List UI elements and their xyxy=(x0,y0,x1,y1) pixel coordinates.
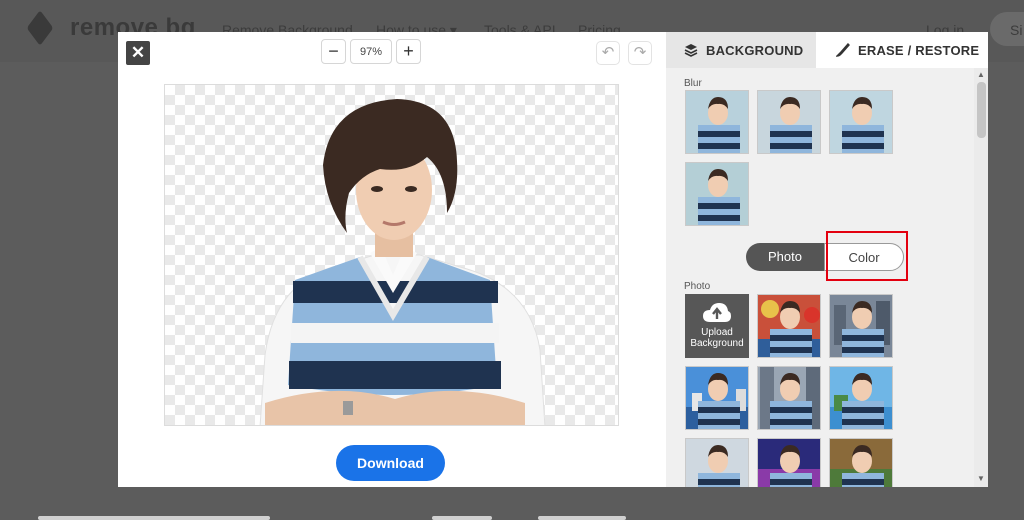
tab-erase-restore[interactable]: ERASE / RESTORE xyxy=(816,32,988,68)
photo-thumbnail xyxy=(830,295,892,357)
upload-cloud-icon xyxy=(703,303,731,322)
photo-option[interactable] xyxy=(685,438,749,487)
scroll-down-icon[interactable]: ▼ xyxy=(976,474,986,483)
background-bar xyxy=(432,516,492,520)
blur-option[interactable] xyxy=(685,162,749,226)
tab-erase-restore-label: ERASE / RESTORE xyxy=(858,42,980,58)
photo-thumbnail xyxy=(830,367,892,429)
photo-option[interactable] xyxy=(757,438,821,487)
undo-button[interactable]: ↶ xyxy=(596,41,620,65)
brush-icon xyxy=(836,43,850,57)
highlight-box xyxy=(826,231,908,281)
tab-background-label: BACKGROUND xyxy=(706,42,804,58)
blur-thumbnail xyxy=(830,91,892,153)
photo-option[interactable] xyxy=(685,366,749,430)
upload-label-line2: Background xyxy=(690,338,744,349)
photo-option[interactable] xyxy=(757,366,821,430)
subject-image xyxy=(259,99,546,425)
blur-option[interactable] xyxy=(757,90,821,154)
zoom-in-button[interactable]: + xyxy=(396,39,421,64)
photo-option[interactable] xyxy=(829,294,893,358)
blur-thumbnail xyxy=(758,91,820,153)
zoom-control: − 97% + xyxy=(321,39,421,64)
signup-button[interactable]: Si xyxy=(990,12,1024,46)
background-bar xyxy=(538,516,626,520)
tab-background[interactable]: BACKGROUND xyxy=(666,32,816,68)
editor-modal: ✕ − 97% + ↶ ↷ Download BACKGROUND ERASE … xyxy=(118,32,988,487)
close-icon: ✕ xyxy=(130,43,146,62)
scroll-thumb[interactable] xyxy=(977,82,986,138)
photo-thumbnail xyxy=(686,439,748,487)
image-canvas[interactable] xyxy=(164,84,619,426)
photo-thumbnail xyxy=(686,367,748,429)
blur-option[interactable] xyxy=(829,90,893,154)
download-button[interactable]: Download xyxy=(336,445,445,481)
photo-option[interactable] xyxy=(829,366,893,430)
photo-thumbnail xyxy=(758,367,820,429)
photo-thumbnail xyxy=(758,439,820,487)
blur-section-label: Blur xyxy=(684,78,702,89)
redo-button[interactable]: ↷ xyxy=(628,41,652,65)
zoom-level[interactable]: 97% xyxy=(350,39,392,64)
photo-thumbnail xyxy=(830,439,892,487)
blur-thumbnail xyxy=(686,163,748,225)
panel-tabs: BACKGROUND ERASE / RESTORE xyxy=(666,32,988,68)
photo-option[interactable] xyxy=(829,438,893,487)
redo-icon: ↷ xyxy=(633,44,647,61)
close-button[interactable]: ✕ xyxy=(126,41,150,65)
background-bar xyxy=(38,516,270,520)
layers-icon xyxy=(684,44,698,57)
upload-background-button[interactable]: Upload Background xyxy=(685,294,749,358)
photo-thumbnail xyxy=(758,295,820,357)
zoom-out-button[interactable]: − xyxy=(321,39,346,64)
undo-icon: ↶ xyxy=(601,44,615,61)
logo-mark-icon xyxy=(26,15,60,41)
panel-scrollbar[interactable]: ▲ ▼ xyxy=(974,68,988,487)
blur-thumbnail xyxy=(686,91,748,153)
scroll-up-icon[interactable]: ▲ xyxy=(976,70,986,79)
photo-option[interactable] xyxy=(757,294,821,358)
blur-option[interactable] xyxy=(685,90,749,154)
photo-toggle-button[interactable]: Photo xyxy=(746,243,824,271)
background-panel: BACKGROUND ERASE / RESTORE Blur Photo Co… xyxy=(666,32,988,487)
photo-section-label: Photo xyxy=(684,281,711,292)
upload-label-line1: Upload xyxy=(701,327,733,338)
